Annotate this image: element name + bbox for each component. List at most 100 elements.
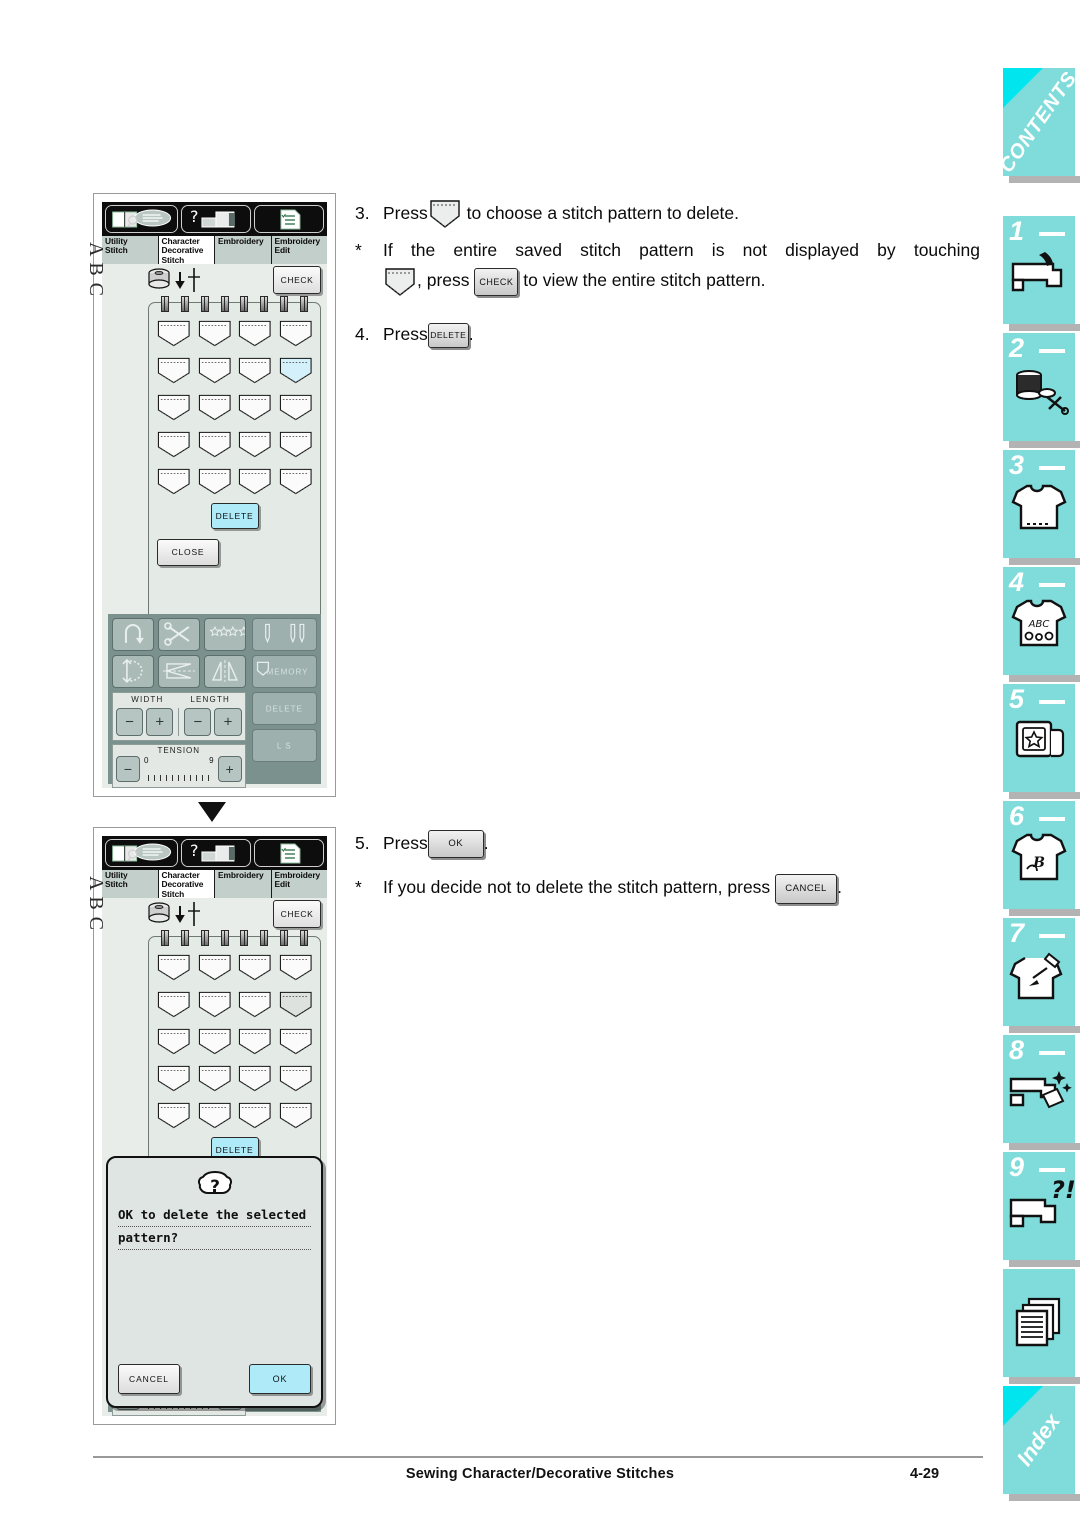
mirror-horizontal-icon[interactable] bbox=[157, 655, 200, 688]
memory-icon[interactable]: MEMORY bbox=[251, 655, 317, 688]
dialog-cancel-button[interactable]: CANCEL bbox=[118, 1364, 180, 1394]
question-machine-icon[interactable]: ? bbox=[181, 205, 252, 233]
rail-tab-body: 9?! bbox=[1003, 1152, 1075, 1260]
pocket-cell[interactable] bbox=[197, 988, 233, 1021]
delete-button-inline[interactable]: DELETE bbox=[427, 322, 469, 348]
rail-tab-appendix[interactable] bbox=[1003, 1269, 1080, 1384]
tab-utility-stitch[interactable]: Utility Stitch bbox=[102, 236, 159, 264]
tab-embroidery-edit[interactable]: Embroidery Edit bbox=[271, 870, 327, 898]
pocket-cell[interactable] bbox=[156, 354, 192, 387]
width-minus-button[interactable]: − bbox=[116, 708, 144, 736]
pocket-cell[interactable] bbox=[197, 317, 233, 350]
pocket-cell[interactable] bbox=[237, 988, 273, 1021]
pocket-cell[interactable] bbox=[197, 1099, 233, 1132]
rail-tab-4[interactable]: 4 ABC bbox=[1003, 567, 1080, 682]
close-button[interactable]: CLOSE bbox=[157, 539, 219, 566]
checklist-document-icon[interactable] bbox=[254, 839, 325, 867]
pocket-cell[interactable] bbox=[237, 1025, 273, 1058]
needle-position-icon[interactable] bbox=[112, 655, 154, 688]
length-plus-button[interactable]: + bbox=[214, 708, 242, 736]
tab-character-decorative-stitch[interactable]: Character Decorative Stitch bbox=[158, 870, 215, 898]
rail-tab-1[interactable]: 1 bbox=[1003, 216, 1080, 331]
pocket-cell[interactable] bbox=[278, 951, 314, 984]
memory-delete-button[interactable]: DELETE bbox=[251, 692, 317, 725]
pocket-cell[interactable] bbox=[237, 428, 273, 461]
pocket-cell[interactable] bbox=[156, 1025, 192, 1058]
pocket-cell[interactable] bbox=[278, 1025, 314, 1058]
ok-button-inline[interactable]: OK bbox=[427, 830, 484, 859]
pocket-cell[interactable] bbox=[237, 317, 273, 350]
book-magnifier-icon[interactable] bbox=[105, 205, 179, 233]
tab-character-decorative-stitch[interactable]: Character Decorative Stitch bbox=[158, 236, 215, 264]
lcd-status-strip: CHECK bbox=[102, 898, 327, 932]
pocket-cell[interactable] bbox=[197, 1025, 233, 1058]
pocket-cell[interactable] bbox=[197, 428, 233, 461]
rail-tab-7[interactable]: 7 bbox=[1003, 918, 1080, 1033]
book-magnifier-icon[interactable] bbox=[105, 839, 179, 867]
pocket-cell[interactable] bbox=[278, 317, 314, 350]
pocket-cell[interactable] bbox=[278, 1099, 314, 1132]
ring bbox=[240, 296, 249, 312]
cancel-button-inline[interactable]: CANCEL bbox=[775, 873, 838, 904]
rail-tab-6[interactable]: 6B bbox=[1003, 801, 1080, 916]
stitch-preview-icon[interactable] bbox=[203, 618, 246, 651]
rail-tab-number: 6 bbox=[1009, 801, 1025, 831]
rail-tab-5[interactable]: 5 bbox=[1003, 684, 1080, 799]
pocket-cell[interactable] bbox=[156, 391, 192, 424]
pocket-cell[interactable] bbox=[156, 1099, 192, 1132]
checklist-document-icon[interactable] bbox=[254, 205, 325, 233]
pocket-cell[interactable] bbox=[278, 354, 314, 387]
rail-tab-8[interactable]: 8 bbox=[1003, 1035, 1080, 1150]
question-machine-icon[interactable]: ? bbox=[181, 839, 252, 867]
pocket-cell[interactable] bbox=[197, 391, 233, 424]
pocket-cell[interactable] bbox=[156, 428, 192, 461]
ls-button[interactable]: L S bbox=[251, 729, 317, 762]
width-plus-button[interactable]: + bbox=[146, 708, 174, 736]
pocket-cell[interactable] bbox=[197, 951, 233, 984]
delete-button[interactable]: DELETE bbox=[210, 503, 259, 529]
pocket-cell[interactable] bbox=[156, 317, 192, 350]
reverse-stitch-icon[interactable] bbox=[112, 618, 154, 651]
note-marker: * bbox=[355, 877, 362, 898]
bobbin-icon bbox=[144, 266, 174, 294]
pocket-cell[interactable] bbox=[197, 354, 233, 387]
rail-tab-contents[interactable]: CONTENTS bbox=[1003, 68, 1080, 183]
check-button-inline[interactable]: CHECK bbox=[474, 267, 519, 296]
pocket-cell[interactable] bbox=[237, 391, 273, 424]
single-twin-needle-icon[interactable] bbox=[251, 618, 317, 651]
tension-plus-button[interactable]: + bbox=[217, 756, 242, 782]
pocket-cell[interactable] bbox=[237, 1099, 273, 1132]
pocket-cell[interactable] bbox=[237, 465, 273, 498]
pocket-cell[interactable] bbox=[197, 1062, 233, 1095]
length-minus-button[interactable]: − bbox=[184, 708, 212, 736]
pocket-cell[interactable] bbox=[278, 988, 314, 1021]
mirror-vertical-icon[interactable] bbox=[203, 655, 246, 688]
needle-down-icon bbox=[174, 266, 210, 294]
tab-embroidery[interactable]: Embroidery bbox=[215, 236, 272, 264]
pocket-cell[interactable] bbox=[156, 951, 192, 984]
tab-utility-stitch[interactable]: Utility Stitch bbox=[102, 870, 159, 898]
pocket-cell[interactable] bbox=[278, 391, 314, 424]
pocket-cell[interactable] bbox=[197, 465, 233, 498]
tension-minus-button[interactable]: − bbox=[116, 756, 140, 782]
rail-tab-2[interactable]: 2 bbox=[1003, 333, 1080, 448]
pocket-cell[interactable] bbox=[237, 951, 273, 984]
confirm-delete-dialog: ? OK to delete the selected pattern? CAN… bbox=[106, 1156, 323, 1408]
pocket-cell[interactable] bbox=[278, 1062, 314, 1095]
pocket-cell[interactable] bbox=[278, 428, 314, 461]
pocket-cell[interactable] bbox=[156, 988, 192, 1021]
pocket-cell[interactable] bbox=[237, 354, 273, 387]
thread-cutter-icon[interactable] bbox=[157, 618, 200, 651]
rail-tab-9[interactable]: 9?! bbox=[1003, 1152, 1080, 1267]
pocket-cell[interactable] bbox=[156, 1062, 192, 1095]
tab-embroidery[interactable]: Embroidery bbox=[215, 870, 272, 898]
check-button[interactable]: CHECK bbox=[273, 900, 321, 928]
pocket-cell[interactable] bbox=[156, 465, 192, 498]
check-button[interactable]: CHECK bbox=[273, 266, 321, 294]
rail-tab-dash bbox=[1039, 232, 1065, 236]
pocket-cell[interactable] bbox=[237, 1062, 273, 1095]
rail-tab-3[interactable]: 3 bbox=[1003, 450, 1080, 565]
pocket-cell[interactable] bbox=[278, 465, 314, 498]
dialog-ok-button[interactable]: OK bbox=[249, 1364, 311, 1394]
tab-embroidery-edit[interactable]: Embroidery Edit bbox=[271, 236, 327, 264]
